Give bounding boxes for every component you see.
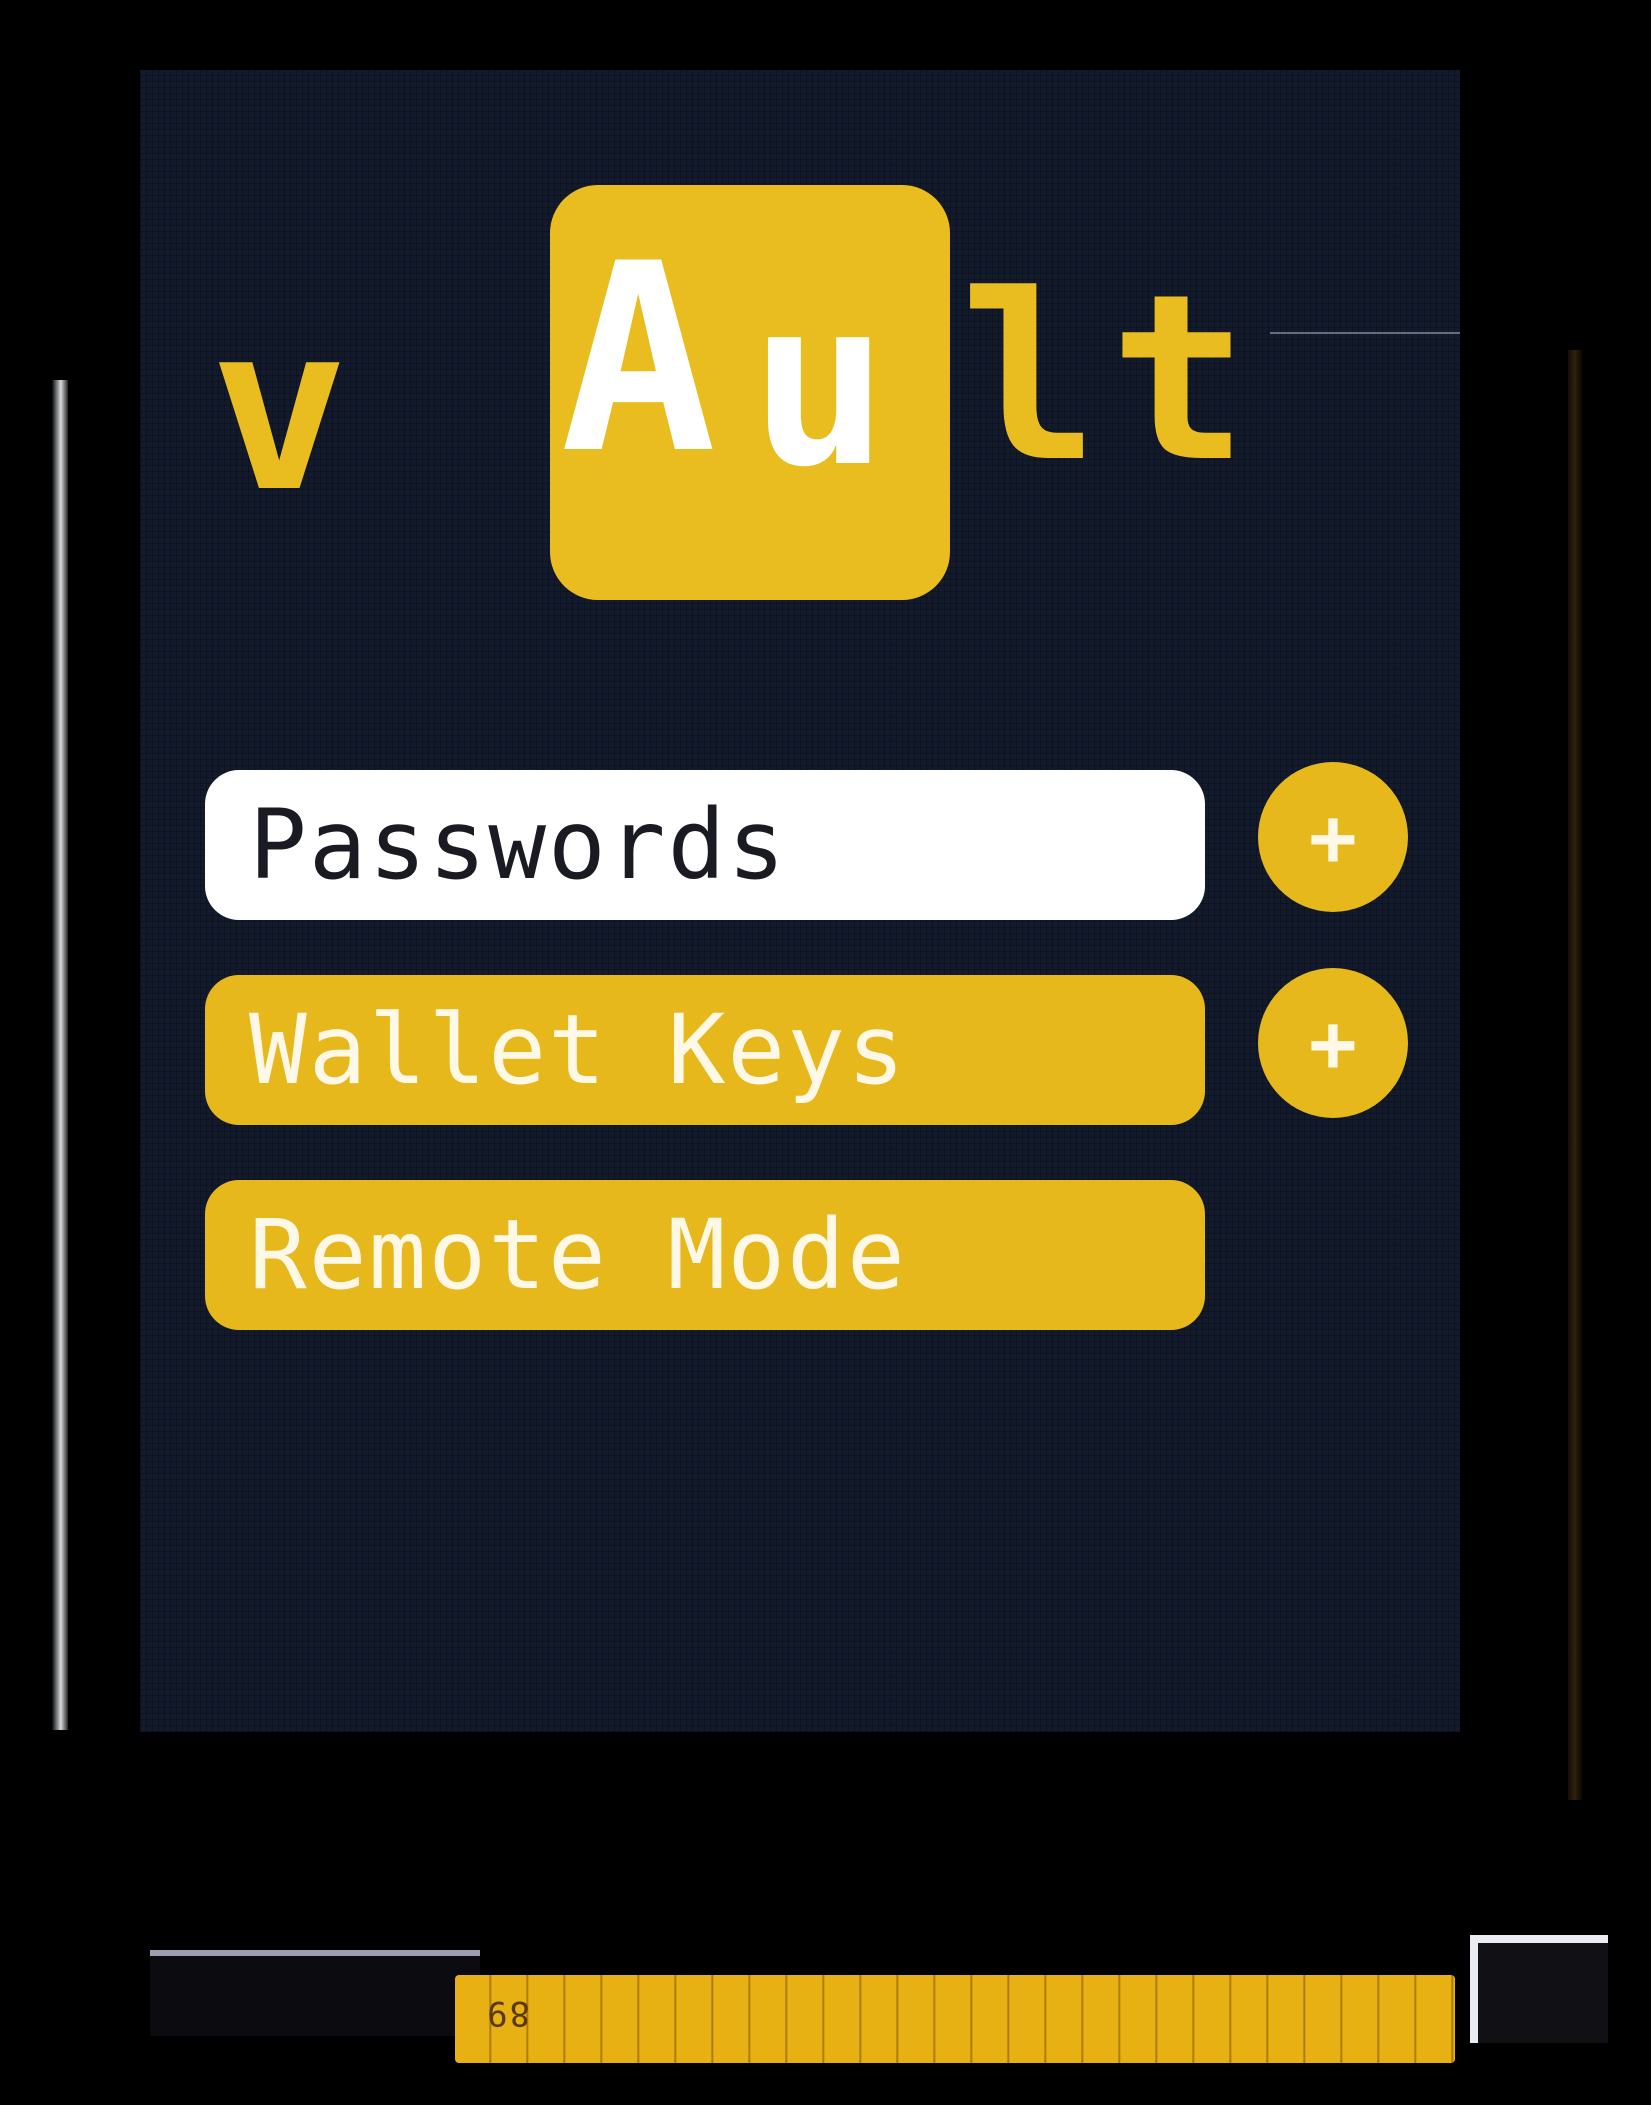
display-artifact-line bbox=[1270, 332, 1460, 334]
menu-item-remote-mode[interactable]: Remote Mode bbox=[205, 1180, 1205, 1330]
flex-ribbon-cable: 89 bbox=[455, 1975, 1455, 2063]
bezel-edge-left bbox=[52, 380, 68, 1730]
logo-letter-v: v bbox=[210, 276, 349, 543]
logo-letter-l: l bbox=[960, 246, 1099, 513]
logo-letter-a: A bbox=[560, 209, 717, 511]
add-password-button[interactable]: + bbox=[1258, 762, 1408, 912]
bezel-edge-right bbox=[1568, 350, 1582, 1800]
vault-logo: v A u l t bbox=[190, 115, 1270, 605]
logo-letter-u: u bbox=[750, 251, 889, 518]
bottom-bracket-left bbox=[150, 1950, 480, 2036]
logo-letter-t: t bbox=[1110, 246, 1249, 513]
menu-item-wallet-keys[interactable]: Wallet Keys bbox=[205, 975, 1205, 1125]
menu-item-label: Passwords bbox=[249, 789, 788, 901]
menu-item-label: Remote Mode bbox=[249, 1199, 907, 1311]
add-wallet-key-button[interactable]: + bbox=[1258, 968, 1408, 1118]
menu-item-passwords[interactable]: Passwords bbox=[205, 770, 1205, 920]
plus-icon: + bbox=[1308, 996, 1358, 1090]
ribbon-marking: 89 bbox=[485, 1993, 530, 2033]
menu-item-label: Wallet Keys bbox=[249, 994, 907, 1106]
bottom-bracket-right bbox=[1470, 1935, 1608, 2043]
plus-icon: + bbox=[1308, 790, 1358, 884]
